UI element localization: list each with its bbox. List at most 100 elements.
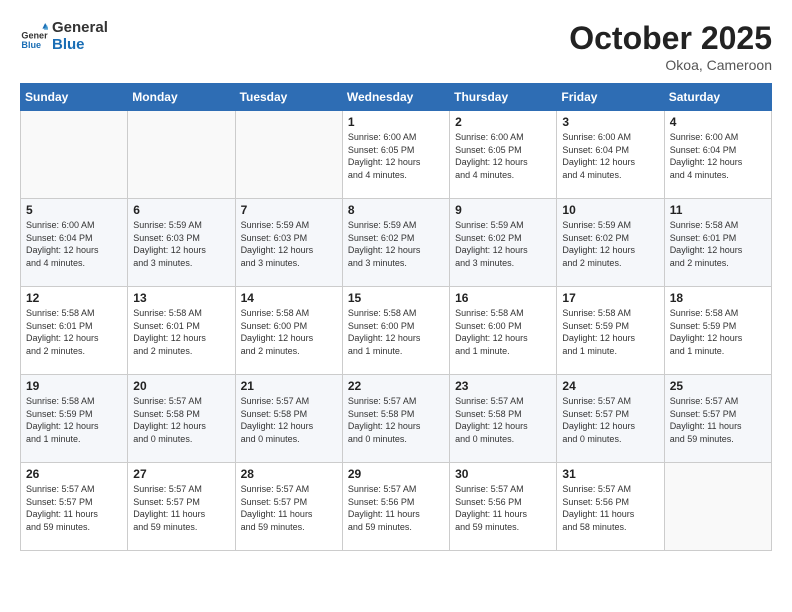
day-number: 29 <box>348 467 444 481</box>
logo-icon: General Blue <box>20 23 48 51</box>
location-subtitle: Okoa, Cameroon <box>569 57 772 73</box>
day-number: 3 <box>562 115 658 129</box>
day-info: Sunrise: 5:58 AM Sunset: 6:00 PM Dayligh… <box>241 307 337 357</box>
calendar-table: SundayMondayTuesdayWednesdayThursdayFrid… <box>20 83 772 551</box>
weekday-header-friday: Friday <box>557 84 664 111</box>
calendar-cell <box>128 111 235 199</box>
calendar-cell: 16 Sunrise: 5:58 AM Sunset: 6:00 PM Dayli… <box>450 287 557 375</box>
day-number: 1 <box>348 115 444 129</box>
day-number: 22 <box>348 379 444 393</box>
day-number: 10 <box>562 203 658 217</box>
day-number: 25 <box>670 379 766 393</box>
calendar-cell: 13Sunrise: 5:58 AM Sunset: 6:01 PM Dayli… <box>128 287 235 375</box>
month-year-title: October 2025 <box>569 20 772 57</box>
day-number: 19 <box>26 379 122 393</box>
calendar-cell: 18Sunrise: 5:58 AM Sunset: 5:59 PM Dayli… <box>664 287 771 375</box>
day-info: Sunrise: 5:57 AM Sunset: 5:57 PM Dayligh… <box>133 483 229 533</box>
day-info: Sunrise: 5:57 AM Sunset: 5:57 PM Dayligh… <box>26 483 122 533</box>
weekday-header-row: SundayMondayTuesdayWednesdayThursdayFrid… <box>21 84 772 111</box>
day-info: Sunrise: 5:57 AM Sunset: 5:56 PM Dayligh… <box>562 483 658 533</box>
page-header: General Blue General Blue October 2025 O… <box>20 20 772 73</box>
calendar-cell: 31 Sunrise: 5:57 AM Sunset: 5:56 PM Dayli… <box>557 463 664 551</box>
calendar-cell: 26 Sunrise: 5:57 AM Sunset: 5:57 PM Dayli… <box>21 463 128 551</box>
day-number: 21 <box>241 379 337 393</box>
day-info: Sunrise: 5:59 AM Sunset: 6:03 PM Dayligh… <box>241 219 337 269</box>
day-info: Sunrise: 5:57 AM Sunset: 5:58 PM Dayligh… <box>348 395 444 445</box>
calendar-cell: 11 Sunrise: 5:58 AM Sunset: 6:01 PM Dayli… <box>664 199 771 287</box>
calendar-cell <box>664 463 771 551</box>
day-number: 28 <box>241 467 337 481</box>
day-info: Sunrise: 5:57 AM Sunset: 5:58 PM Dayligh… <box>455 395 551 445</box>
calendar-cell: 5 Sunrise: 6:00 AM Sunset: 6:04 PM Daylig… <box>21 199 128 287</box>
day-info: Sunrise: 5:58 AM Sunset: 6:01 PM Dayligh… <box>670 219 766 269</box>
calendar-cell: 7 Sunrise: 5:59 AM Sunset: 6:03 PM Daylig… <box>235 199 342 287</box>
svg-text:General: General <box>21 30 48 40</box>
day-info: Sunrise: 5:59 AM Sunset: 6:02 PM Dayligh… <box>455 219 551 269</box>
day-info: Sunrise: 5:57 AM Sunset: 5:58 PM Dayligh… <box>241 395 337 445</box>
day-info: Sunrise: 5:58 AM Sunset: 6:01 PM Dayligh… <box>26 307 122 357</box>
calendar-cell: 24 Sunrise: 5:57 AM Sunset: 5:57 PM Dayli… <box>557 375 664 463</box>
calendar-week-1: 1 Sunrise: 6:00 AM Sunset: 6:05 PM Daylig… <box>21 111 772 199</box>
day-number: 26 <box>26 467 122 481</box>
svg-text:Blue: Blue <box>21 40 41 50</box>
day-info: Sunrise: 6:00 AM Sunset: 6:04 PM Dayligh… <box>562 131 658 181</box>
day-number: 30 <box>455 467 551 481</box>
calendar-week-5: 26 Sunrise: 5:57 AM Sunset: 5:57 PM Dayli… <box>21 463 772 551</box>
day-info: Sunrise: 5:57 AM Sunset: 5:58 PM Dayligh… <box>133 395 229 445</box>
calendar-cell: 21 Sunrise: 5:57 AM Sunset: 5:58 PM Dayli… <box>235 375 342 463</box>
calendar-cell: 20Sunrise: 5:57 AM Sunset: 5:58 PM Dayli… <box>128 375 235 463</box>
calendar-cell: 4Sunrise: 6:00 AM Sunset: 6:04 PM Daylig… <box>664 111 771 199</box>
day-number: 17 <box>562 291 658 305</box>
calendar-cell: 22 Sunrise: 5:57 AM Sunset: 5:58 PM Dayli… <box>342 375 449 463</box>
calendar-cell: 8Sunrise: 5:59 AM Sunset: 6:02 PM Daylig… <box>342 199 449 287</box>
calendar-cell <box>235 111 342 199</box>
calendar-cell: 2Sunrise: 6:00 AM Sunset: 6:05 PM Daylig… <box>450 111 557 199</box>
day-number: 7 <box>241 203 337 217</box>
calendar-cell: 10 Sunrise: 5:59 AM Sunset: 6:02 PM Dayli… <box>557 199 664 287</box>
calendar-cell: 6 Sunrise: 5:59 AM Sunset: 6:03 PM Daylig… <box>128 199 235 287</box>
day-info: Sunrise: 5:58 AM Sunset: 6:00 PM Dayligh… <box>455 307 551 357</box>
day-number: 8 <box>348 203 444 217</box>
logo-general: General <box>52 20 108 37</box>
day-number: 6 <box>133 203 229 217</box>
calendar-cell: 30 Sunrise: 5:57 AM Sunset: 5:56 PM Dayli… <box>450 463 557 551</box>
weekday-header-thursday: Thursday <box>450 84 557 111</box>
day-number: 16 <box>455 291 551 305</box>
day-info: Sunrise: 6:00 AM Sunset: 6:05 PM Dayligh… <box>455 131 551 181</box>
day-info: Sunrise: 5:57 AM Sunset: 5:57 PM Dayligh… <box>562 395 658 445</box>
calendar-cell: 23Sunrise: 5:57 AM Sunset: 5:58 PM Dayli… <box>450 375 557 463</box>
day-info: Sunrise: 5:57 AM Sunset: 5:56 PM Dayligh… <box>348 483 444 533</box>
day-number: 13 <box>133 291 229 305</box>
day-info: Sunrise: 5:59 AM Sunset: 6:02 PM Dayligh… <box>562 219 658 269</box>
day-number: 4 <box>670 115 766 129</box>
day-info: Sunrise: 6:00 AM Sunset: 6:04 PM Dayligh… <box>26 219 122 269</box>
day-number: 12 <box>26 291 122 305</box>
day-number: 5 <box>26 203 122 217</box>
day-info: Sunrise: 5:57 AM Sunset: 5:56 PM Dayligh… <box>455 483 551 533</box>
day-info: Sunrise: 5:57 AM Sunset: 5:57 PM Dayligh… <box>670 395 766 445</box>
day-info: Sunrise: 6:00 AM Sunset: 6:05 PM Dayligh… <box>348 131 444 181</box>
calendar-cell: 9 Sunrise: 5:59 AM Sunset: 6:02 PM Daylig… <box>450 199 557 287</box>
weekday-header-saturday: Saturday <box>664 84 771 111</box>
day-number: 31 <box>562 467 658 481</box>
day-number: 24 <box>562 379 658 393</box>
calendar-cell: 25 Sunrise: 5:57 AM Sunset: 5:57 PM Dayli… <box>664 375 771 463</box>
day-info: Sunrise: 5:58 AM Sunset: 5:59 PM Dayligh… <box>26 395 122 445</box>
calendar-cell: 28 Sunrise: 5:57 AM Sunset: 5:57 PM Dayli… <box>235 463 342 551</box>
day-number: 11 <box>670 203 766 217</box>
day-info: Sunrise: 5:58 AM Sunset: 6:00 PM Dayligh… <box>348 307 444 357</box>
day-number: 9 <box>455 203 551 217</box>
weekday-header-monday: Monday <box>128 84 235 111</box>
day-info: Sunrise: 5:58 AM Sunset: 5:59 PM Dayligh… <box>562 307 658 357</box>
calendar-cell: 14Sunrise: 5:58 AM Sunset: 6:00 PM Dayli… <box>235 287 342 375</box>
calendar-cell: 19 Sunrise: 5:58 AM Sunset: 5:59 PM Dayli… <box>21 375 128 463</box>
calendar-week-4: 19 Sunrise: 5:58 AM Sunset: 5:59 PM Dayli… <box>21 375 772 463</box>
weekday-header-wednesday: Wednesday <box>342 84 449 111</box>
calendar-cell: 1 Sunrise: 6:00 AM Sunset: 6:05 PM Daylig… <box>342 111 449 199</box>
calendar-cell: 15Sunrise: 5:58 AM Sunset: 6:00 PM Dayli… <box>342 287 449 375</box>
day-info: Sunrise: 5:57 AM Sunset: 5:57 PM Dayligh… <box>241 483 337 533</box>
calendar-cell: 12 Sunrise: 5:58 AM Sunset: 6:01 PM Dayli… <box>21 287 128 375</box>
calendar-week-2: 5 Sunrise: 6:00 AM Sunset: 6:04 PM Daylig… <box>21 199 772 287</box>
day-info: Sunrise: 5:59 AM Sunset: 6:03 PM Dayligh… <box>133 219 229 269</box>
weekday-header-tuesday: Tuesday <box>235 84 342 111</box>
